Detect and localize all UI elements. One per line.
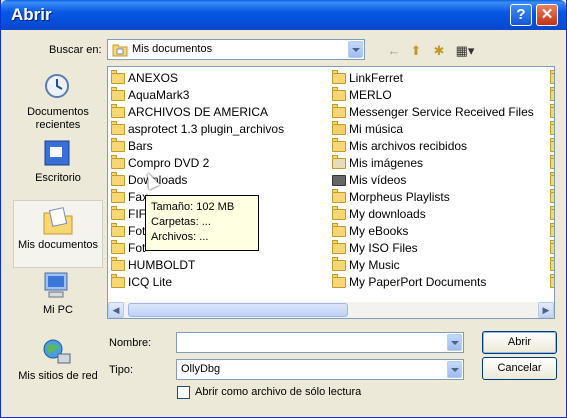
new-folder-icon[interactable]: ✱	[429, 42, 449, 60]
folder-icon	[550, 274, 554, 288]
lookin-value: Mis documentos	[132, 43, 213, 55]
close-button[interactable]: ✕	[536, 4, 558, 26]
open-dialog: Abrir ? ✕ Buscar en: Mis documentos ← ⬆ …	[0, 0, 567, 418]
folder-icon	[550, 189, 554, 203]
folder-icon	[332, 257, 346, 271]
folder-icon	[332, 70, 346, 84]
folder-icon	[550, 104, 554, 118]
my-computer-icon	[44, 272, 68, 298]
desktop-icon	[44, 140, 70, 166]
folder-icon	[550, 206, 554, 220]
folder-icon	[332, 138, 346, 152]
filetype-label: Tipo:	[109, 364, 134, 376]
help-button[interactable]: ?	[510, 4, 532, 26]
folder-icon	[550, 172, 554, 186]
folder-icon	[111, 70, 125, 84]
folder-icon	[550, 87, 554, 101]
file-list[interactable]: ANEXOS AquaMark3 ARCHIVOS DE AMERICA asp…	[107, 66, 555, 319]
filetype-select[interactable]: OllyDbg	[176, 359, 464, 380]
folder-icon	[111, 223, 125, 237]
my-documents-icon	[43, 207, 73, 235]
folder-icon	[111, 104, 125, 118]
scroll-thumb[interactable]	[128, 303, 348, 317]
readonly-checkbox[interactable]	[177, 386, 190, 399]
folder-icon	[332, 240, 346, 254]
recent-documents-icon	[45, 74, 69, 98]
filename-input[interactable]	[176, 332, 464, 353]
folder-icon	[111, 87, 125, 101]
folder-icon	[111, 138, 125, 152]
views-menu-icon[interactable]: ▦▾	[451, 42, 479, 60]
scroll-left-icon[interactable]: ◀	[108, 302, 124, 318]
folder-icon	[111, 172, 125, 186]
open-button[interactable]: Abrir	[482, 331, 557, 354]
scroll-right-icon[interactable]: ▶	[538, 302, 554, 318]
place-label: Documentos recientes	[27, 106, 89, 131]
place-label: Mi PC	[43, 304, 73, 316]
folder-icon	[111, 121, 125, 135]
place-recent[interactable]: Documentos recientes	[13, 68, 103, 136]
place-label: Mis documentos	[17, 239, 99, 251]
place-label: Escritorio	[35, 172, 81, 184]
folder-icon	[550, 138, 554, 152]
folder-icon	[332, 223, 346, 237]
lookin-label: Buscar en:	[49, 44, 102, 56]
folder-icon	[550, 223, 554, 237]
readonly-label: Abrir como archivo de sólo lectura	[195, 386, 362, 398]
tooltip-size: Tamaño: 102 MB	[151, 201, 235, 213]
folder-icon	[111, 240, 125, 254]
folder-tooltip: Tamaño: 102 MB Carpetas: ... Archivos: .…	[145, 195, 259, 251]
folder-icon	[332, 189, 346, 203]
folder-icon	[111, 189, 125, 203]
places-bar: Documentos recientes Escritorio Mis docu…	[13, 66, 103, 386]
tooltip-files: Archivos: ...	[151, 231, 209, 243]
chevron-down-icon[interactable]	[447, 361, 462, 378]
horizontal-scrollbar[interactable]: ◀ ▶	[108, 302, 554, 318]
cancel-button[interactable]: Cancelar	[482, 357, 557, 380]
filename-label: Nombre:	[109, 337, 152, 349]
place-network[interactable]: Mis sitios de red	[13, 332, 103, 400]
tooltip-folders: Carpetas: ...	[151, 216, 211, 228]
folder-documents-icon	[112, 44, 128, 57]
folder-icon	[111, 257, 125, 271]
folder-icon	[111, 206, 125, 220]
folder-icon	[550, 257, 554, 271]
folder-icon	[111, 155, 125, 169]
place-label: Mis sitios de red	[18, 370, 98, 382]
folder-icon	[111, 274, 125, 288]
folder-icon	[332, 104, 346, 118]
place-my-pc[interactable]: Mi PC	[13, 266, 103, 334]
up-folder-icon[interactable]: ⬆	[406, 42, 426, 60]
chevron-down-icon[interactable]	[348, 41, 363, 58]
folder-icon	[332, 206, 346, 220]
folder-icon	[550, 240, 554, 254]
folder-icon	[550, 155, 554, 169]
pictures-folder-icon	[332, 155, 346, 169]
window-title: Abrir	[11, 5, 52, 24]
network-places-icon	[43, 339, 71, 364]
filetype-value: OllyDbg	[181, 363, 221, 375]
chevron-down-icon[interactable]	[447, 334, 462, 351]
folder-icon	[550, 121, 554, 135]
back-icon[interactable]: ←	[384, 42, 404, 60]
place-desktop[interactable]: Escritorio	[13, 134, 103, 202]
folder-icon	[332, 87, 346, 101]
folder-icon	[332, 274, 346, 288]
video-folder-icon	[332, 175, 346, 186]
music-folder-icon	[332, 121, 346, 135]
place-my-documents[interactable]: Mis documentos	[13, 200, 103, 268]
folder-icon	[550, 70, 554, 84]
lookin-combo[interactable]: Mis documentos	[107, 39, 365, 60]
title-bar[interactable]: Abrir ? ✕	[1, 0, 566, 30]
